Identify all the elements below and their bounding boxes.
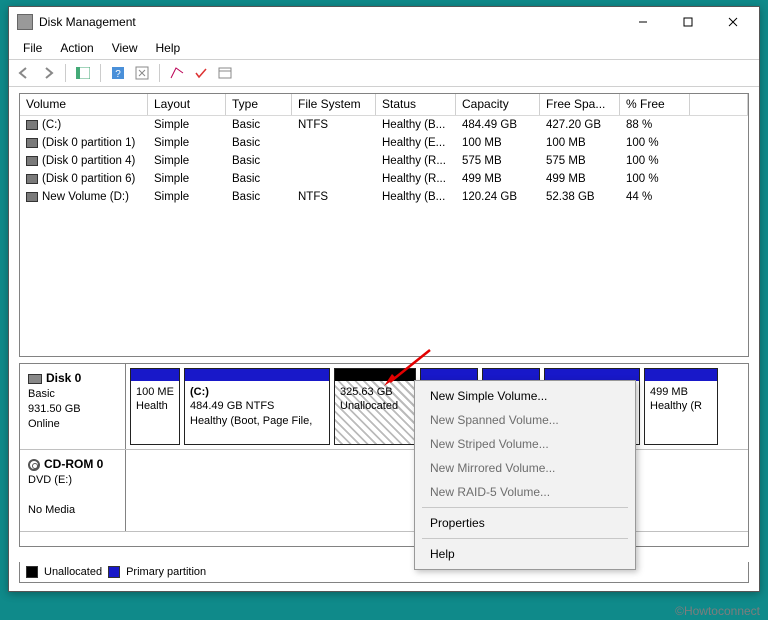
minimize-button[interactable] <box>620 8 665 36</box>
table-row[interactable]: (C:)SimpleBasicNTFSHealthy (B...484.49 G… <box>20 116 748 134</box>
help-icon[interactable]: ? <box>107 62 129 84</box>
partition[interactable]: 499 MBHealthy (R <box>644 368 718 445</box>
context-menu-item: New Mirrored Volume... <box>418 456 632 480</box>
partition[interactable]: (C:)484.49 GB NTFSHealthy (Boot, Page Fi… <box>184 368 330 445</box>
cdrom-name: CD-ROM 0 <box>44 457 103 471</box>
disk0-header[interactable]: Disk 0 Basic 931.50 GB Online <box>20 364 126 449</box>
forward-button[interactable] <box>37 62 59 84</box>
disk0-size: 931.50 GB <box>28 403 81 415</box>
disk-management-window: Disk Management File Action View Help ? … <box>8 6 760 592</box>
cdrom-drive: DVD (E:) <box>28 474 72 486</box>
swatch-unallocated <box>26 566 38 578</box>
context-menu-item: New Striped Volume... <box>418 432 632 456</box>
table-row[interactable]: New Volume (D:)SimpleBasicNTFSHealthy (B… <box>20 188 748 206</box>
context-menu-item: New RAID-5 Volume... <box>418 480 632 504</box>
col-volume[interactable]: Volume <box>20 94 148 115</box>
check-icon[interactable] <box>190 62 212 84</box>
cdrom-header[interactable]: CD-ROM 0 DVD (E:) No Media <box>20 450 126 531</box>
volume-list[interactable]: Volume Layout Type File System Status Ca… <box>19 93 749 357</box>
context-menu-item[interactable]: Properties <box>418 511 632 535</box>
menu-action[interactable]: Action <box>52 39 101 57</box>
context-menu-item[interactable]: New Simple Volume... <box>418 384 632 408</box>
col-status[interactable]: Status <box>376 94 456 115</box>
disk0-name: Disk 0 <box>46 371 81 385</box>
menubar: File Action View Help <box>9 37 759 59</box>
table-row[interactable]: (Disk 0 partition 6)SimpleBasicHealthy (… <box>20 170 748 188</box>
col-filesystem[interactable]: File System <box>292 94 376 115</box>
legend-primary: Primary partition <box>126 566 206 578</box>
table-row[interactable]: (Disk 0 partition 4)SimpleBasicHealthy (… <box>20 152 748 170</box>
maximize-button[interactable] <box>665 8 710 36</box>
disk-icon <box>28 374 42 384</box>
list-icon[interactable] <box>214 62 236 84</box>
view-icon[interactable] <box>72 62 94 84</box>
window-title: Disk Management <box>39 15 620 29</box>
swatch-primary <box>108 566 120 578</box>
app-icon <box>17 14 33 30</box>
disk0-status: Online <box>28 418 60 430</box>
col-layout[interactable]: Layout <box>148 94 226 115</box>
menu-view[interactable]: View <box>104 39 146 57</box>
menu-file[interactable]: File <box>15 39 50 57</box>
disk-graphical-view[interactable]: Disk 0 Basic 931.50 GB Online 100 MEHeal… <box>19 363 749 547</box>
cdrom-icon <box>28 459 40 471</box>
context-menu: New Simple Volume...New Spanned Volume..… <box>414 380 636 570</box>
col-type[interactable]: Type <box>226 94 292 115</box>
partition[interactable]: 100 MEHealth <box>130 368 180 445</box>
refresh-icon[interactable] <box>131 62 153 84</box>
svg-text:?: ? <box>115 69 121 80</box>
col-capacity[interactable]: Capacity <box>456 94 540 115</box>
context-menu-item[interactable]: Help <box>418 542 632 566</box>
close-button[interactable] <box>710 8 755 36</box>
menu-help[interactable]: Help <box>148 39 189 57</box>
back-button[interactable] <box>13 62 35 84</box>
col-pct[interactable]: % Free <box>620 94 690 115</box>
arrow-annotation <box>382 348 434 388</box>
legend-unallocated: Unallocated <box>44 566 102 578</box>
disk0-type: Basic <box>28 388 55 400</box>
table-row[interactable]: (Disk 0 partition 1)SimpleBasicHealthy (… <box>20 134 748 152</box>
col-free[interactable]: Free Spa... <box>540 94 620 115</box>
action-icon[interactable] <box>166 62 188 84</box>
column-headers[interactable]: Volume Layout Type File System Status Ca… <box>20 94 748 116</box>
cdrom-status: No Media <box>28 504 75 516</box>
context-menu-item: New Spanned Volume... <box>418 408 632 432</box>
watermark: ©Howtoconnect <box>675 604 760 618</box>
titlebar[interactable]: Disk Management <box>9 7 759 37</box>
toolbar: ? <box>9 59 759 87</box>
legend: Unallocated Primary partition <box>19 562 749 583</box>
